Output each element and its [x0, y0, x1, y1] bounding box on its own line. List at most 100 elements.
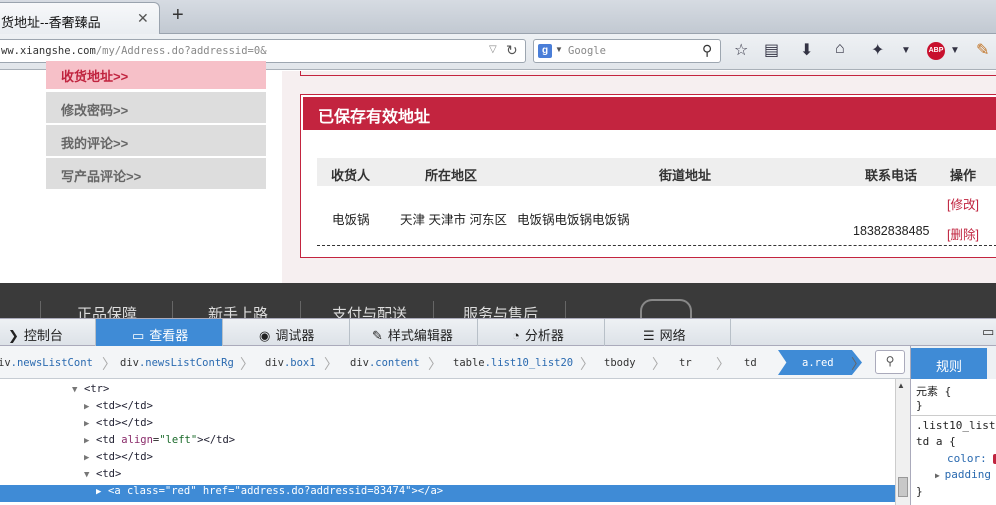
chevron-right-icon[interactable]: 〉 [851, 354, 865, 374]
edit-address-link[interactable]: [修改] [947, 194, 979, 213]
collapsed-twisty-icon[interactable]: ▶ [935, 471, 945, 480]
menu-dropdown-icon[interactable]: ▼ [901, 45, 911, 56]
footer-divider [300, 301, 301, 318]
breadcrumb-item[interactable]: iv.newsListCont [0, 357, 93, 369]
google-engine-icon[interactable]: g [538, 44, 552, 58]
dom-node-tr[interactable]: ▼ <tr> [72, 383, 109, 400]
crumb-class: .newsListContRg [138, 357, 234, 369]
rules-panel: 元素 { } .list10_list td a { color: ▶ padd… [910, 379, 996, 505]
bookmark-star-icon[interactable]: ☆ [734, 40, 748, 60]
recipient-region: 天津 天津市 河东区 [400, 213, 507, 227]
home-icon[interactable]: ⌂ [835, 40, 845, 58]
expanded-twisty-icon[interactable]: ▼ [84, 470, 96, 480]
engine-dropdown-icon[interactable]: ▼ [555, 45, 563, 54]
abp-dropdown-icon[interactable]: ▼ [950, 45, 960, 56]
new-tab-icon[interactable]: + [172, 4, 184, 27]
tab-style-editor[interactable]: ✎ 样式编辑器 [350, 319, 478, 346]
footer-link[interactable]: 新手上路 [208, 303, 268, 318]
tab-label: 调试器 [275, 328, 315, 343]
dom-node-td[interactable]: ▶ <td></td> [84, 400, 153, 417]
sidebar-item-address[interactable]: 收货地址>> [46, 61, 266, 89]
search-icon[interactable]: ⚲ [875, 350, 905, 374]
expanded-twisty-icon[interactable]: ▼ [72, 385, 84, 395]
crumb-class: .newsListCont [10, 357, 93, 369]
collapsed-twisty-icon[interactable]: ▶ [84, 419, 96, 429]
delete-address-link[interactable]: [删除] [947, 224, 979, 243]
scrollbar-thumb[interactable] [898, 477, 908, 497]
tab-network[interactable]: ☰ 网络 [605, 319, 731, 346]
tab-inspector[interactable]: ▭ 查看器 [96, 319, 223, 346]
sidebar-item-write-review[interactable]: 写产品评论>> [46, 158, 266, 189]
breadcrumb-item[interactable]: div.box1 [265, 357, 316, 369]
crumb-class: .content [368, 357, 420, 369]
reload-icon[interactable]: ↻ [506, 42, 518, 59]
dock-icon[interactable]: ▭ [982, 324, 994, 340]
sidebar-tab-bar: 规则 [910, 346, 996, 379]
rule-property[interactable]: ▶ padding [935, 468, 991, 481]
browser-tab-bar: 货地址--香奢臻品 ✕ + [0, 0, 996, 34]
adblock-plus-icon[interactable]: ABP [927, 42, 945, 60]
footer-link[interactable]: 支付与配送 [332, 303, 407, 318]
crumb-tag: td [744, 357, 757, 369]
footer-divider [40, 301, 41, 318]
panel-title: 已保存有效地址 [303, 97, 996, 130]
url-bar[interactable]: ww.xiangshe.com/my/Address.do?addressid=… [0, 39, 526, 63]
search-bar[interactable]: g ▼ Google ⚲ [533, 39, 721, 63]
rule-selector: 元素 { [916, 385, 952, 398]
collapsed-twisty-icon[interactable]: ▶ [84, 453, 96, 463]
markup-view: ▼ <tr> ▶ <td></td> ▶ <td></td> ▶ <td align="… [0, 379, 895, 505]
bookmarks-list-icon[interactable]: ▤ [764, 40, 779, 60]
footer-divider [565, 301, 566, 318]
chevron-right-icon: 〉 [580, 356, 594, 372]
breadcrumb-item[interactable]: div.newsListContRg [120, 357, 234, 369]
scroll-up-icon[interactable]: ▲ [897, 381, 905, 390]
recipient-street: 电饭锅电饭锅电饭锅 [517, 213, 630, 227]
debugger-icon: ◉ [259, 328, 271, 343]
dom-node-td[interactable]: ▼ <td> [84, 468, 121, 485]
sidebar-item-password[interactable]: 修改密码>> [46, 92, 266, 123]
footer-link[interactable]: 正品保障 [77, 303, 137, 318]
footer-link[interactable]: 服务与售后 [463, 303, 538, 318]
crumb-tag: tbody [604, 357, 636, 369]
tools-icon[interactable]: ✎ [976, 40, 989, 60]
tab-rules[interactable]: 规则 [911, 348, 987, 379]
chevron-right-icon: 〉 [240, 356, 254, 372]
footer-divider [433, 301, 434, 318]
rule-selector: .list10_list [916, 419, 996, 432]
collapsed-twisty-icon[interactable]: ▶ [84, 402, 96, 412]
collapsed-twisty-icon[interactable]: ▶ [96, 487, 108, 497]
breadcrumb-item[interactable]: div.content [350, 357, 420, 369]
url-host: ww.xiangshe.com [1, 45, 96, 57]
tab-profiler[interactable]: ◔ 分析器 [478, 319, 605, 346]
breadcrumb-item[interactable]: td [744, 357, 757, 369]
sidebar-item-my-reviews[interactable]: 我的评论>> [46, 125, 266, 156]
column-header: 所在地区 [425, 168, 478, 183]
dom-node-td[interactable]: ▶ <td></td> [84, 417, 153, 434]
crumb-tag: table [453, 357, 485, 369]
address-table-header: 收货人 所在地区 街道地址 联系电话 操作 [317, 158, 996, 186]
tab-debugger[interactable]: ◉ 调试器 [223, 319, 350, 346]
tab-console[interactable]: ❯ 控制台 [0, 319, 96, 346]
recipient-phone: 18382838485 [853, 224, 930, 238]
downloads-icon[interactable]: ⬇ [800, 40, 813, 60]
rule-brace: } [916, 399, 923, 412]
addon-icon[interactable]: ✦ [871, 40, 884, 60]
dom-node-td[interactable]: ▶ <td align="left"></td> [84, 434, 235, 451]
search-icon[interactable]: ⚲ [702, 42, 712, 59]
rule-divider [911, 415, 996, 416]
close-tab-icon[interactable]: ✕ [137, 10, 149, 27]
dom-node-td[interactable]: ▶ <td></td> [84, 451, 153, 468]
breadcrumb-item[interactable]: tr [679, 357, 692, 369]
chevron-right-icon: 〉 [716, 356, 730, 372]
url-history-dropdown-icon[interactable]: ▽ [489, 44, 497, 55]
browser-tab[interactable]: 货地址--香奢臻品 ✕ [0, 2, 160, 34]
dom-node-selected[interactable]: ▶ <a class="red" href="address.do?address… [0, 485, 895, 502]
chevron-right-icon: 〉 [428, 356, 442, 372]
collapsed-twisty-icon[interactable]: ▶ [84, 436, 96, 446]
breadcrumb-item[interactable]: tbody [604, 357, 636, 369]
breadcrumb-active-item[interactable]: a.red [778, 350, 862, 375]
markup-scrollbar[interactable]: ▲ [895, 379, 910, 505]
breadcrumb-item[interactable]: table.list10_list20 [453, 357, 573, 369]
rule-property[interactable]: color: [947, 452, 987, 465]
inspector-icon: ▭ [132, 328, 145, 343]
